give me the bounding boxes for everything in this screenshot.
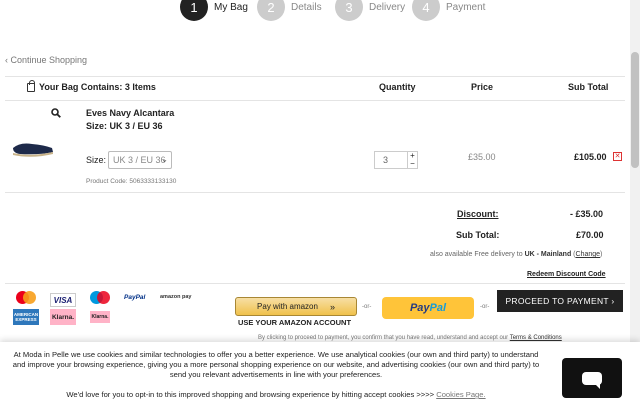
redeem-discount-link[interactable]: Redeem Discount Code xyxy=(527,271,606,278)
step-number: 4 xyxy=(412,0,440,21)
bag-count-text: Your Bag Contains: 3 Items xyxy=(39,82,156,92)
step-my-bag: 1 My Bag xyxy=(180,0,248,22)
size-select-value: UK 3 / EU 36 xyxy=(113,155,166,165)
step-label: Payment xyxy=(446,1,486,13)
product-image[interactable] xyxy=(10,136,56,160)
cookie-banner: At Moda in Pelle we use cookies and simi… xyxy=(0,342,640,411)
divider xyxy=(5,76,625,77)
shopping-bag-icon xyxy=(27,79,35,92)
proceed-to-payment-button[interactable]: PROCEED TO PAYMENT › xyxy=(497,290,623,312)
step-label: My Bag xyxy=(214,1,248,13)
delivery-region: UK - Mainland xyxy=(524,251,572,258)
paypal-checkout-button[interactable]: Pay Pal xyxy=(382,297,474,319)
step-delivery: 3 Delivery xyxy=(335,0,405,22)
product-size: Size: UK 3 / EU 36 xyxy=(86,121,163,131)
paypal-button-pal: Pal xyxy=(429,302,447,314)
pay-with-amazon-button[interactable]: Pay with amazon » xyxy=(235,297,357,316)
terms-prefix: By clicking to proceed to payment, you c… xyxy=(258,335,510,341)
cookies-page-link[interactable]: Cookies Page. xyxy=(436,390,485,399)
step-payment: 4 Payment xyxy=(412,0,485,22)
mastercard-logo xyxy=(14,291,38,307)
visa-logo: VISA xyxy=(50,293,76,307)
bag-count-heading: Your Bag Contains: 3 Items xyxy=(27,79,156,92)
item-subtotal: £105.00 xyxy=(574,152,607,162)
cookie-opt-in-text: We'd love for you to opt-in to this impr… xyxy=(66,390,437,399)
zoom-search-icon[interactable] xyxy=(51,108,61,121)
step-label: Details xyxy=(291,1,322,13)
divider xyxy=(5,192,625,193)
klarna-small-logo: Klarna. xyxy=(90,311,110,323)
change-delivery-link[interactable]: Change xyxy=(576,251,601,258)
bag-table-header: Your Bag Contains: 3 Items Quantity Pric… xyxy=(5,79,625,96)
chevron-down-icon: ⌄ xyxy=(161,155,168,164)
divider xyxy=(5,100,625,101)
size-select-label: Size: xyxy=(86,155,107,165)
subtotal-header: Sub Total xyxy=(568,82,609,92)
terms-notice: By clicking to proceed to payment, you c… xyxy=(258,335,562,341)
paypal-button-pay: Pay xyxy=(409,302,430,314)
product-code: Product Code: 5063333133130 xyxy=(86,178,177,185)
product-name[interactable]: Eves Navy Alcantara xyxy=(86,108,174,118)
delivery-prefix: also available Free delivery to xyxy=(430,251,525,258)
subtotal-label: Sub Total: xyxy=(456,230,500,240)
chat-bubble-icon xyxy=(582,371,602,389)
continue-shopping-link[interactable]: ‹ Continue Shopping xyxy=(5,55,87,65)
amazon-button-label: Pay with amazon xyxy=(257,302,318,311)
remove-item-close-icon[interactable]: ✕ xyxy=(613,152,622,161)
amazon-account-caption: USE YOUR AMAZON ACCOUNT xyxy=(238,318,352,327)
subtotal-value: £70.00 xyxy=(576,230,604,240)
amazon-pay-logo: amazon pay xyxy=(160,294,192,300)
discount-label[interactable]: Discount: xyxy=(457,209,499,219)
scrollbar-thumb[interactable] xyxy=(631,52,639,168)
price-header: Price xyxy=(471,82,494,92)
step-number: 2 xyxy=(257,0,285,21)
amex-logo: AMERICAN EXPRESS xyxy=(13,309,39,325)
size-select[interactable]: UK 3 / EU 36 ⌄ xyxy=(108,151,172,169)
step-number: 3 xyxy=(335,0,363,21)
quantity-header: Quantity xyxy=(379,82,416,92)
klarna-logo: Klarna. xyxy=(50,309,76,325)
checkout-stepper: 1 My Bag 2 Details 3 Delivery 4 Payment xyxy=(0,0,630,24)
maestro-logo xyxy=(88,291,112,307)
terms-link[interactable]: Terms & Conditions xyxy=(510,335,562,341)
or-separator: -or- xyxy=(362,304,372,310)
discount-value: - £35.00 xyxy=(570,209,604,219)
step-details: 2 Details xyxy=(257,0,322,22)
step-number: 1 xyxy=(180,0,208,21)
or-separator: -or- xyxy=(480,304,490,310)
divider xyxy=(5,283,625,284)
quantity-stepper[interactable]: + − xyxy=(408,151,418,169)
paypal-logo: PayPal xyxy=(124,294,146,301)
page-scrollbar[interactable] xyxy=(630,0,640,342)
decrement-icon[interactable]: − xyxy=(410,160,415,168)
quantity-input[interactable]: 3 xyxy=(374,151,408,169)
delivery-note: also available Free delivery to UK - Mai… xyxy=(430,251,603,258)
live-chat-button[interactable] xyxy=(562,358,622,398)
cookie-message: At Moda in Pelle we use cookies and simi… xyxy=(12,350,540,379)
item-price: £35.00 xyxy=(468,152,496,162)
cookie-opt-in: We'd love for you to opt-in to this impr… xyxy=(10,390,542,399)
double-chevron-right-icon: » xyxy=(329,301,335,312)
step-label: Delivery xyxy=(369,1,406,13)
